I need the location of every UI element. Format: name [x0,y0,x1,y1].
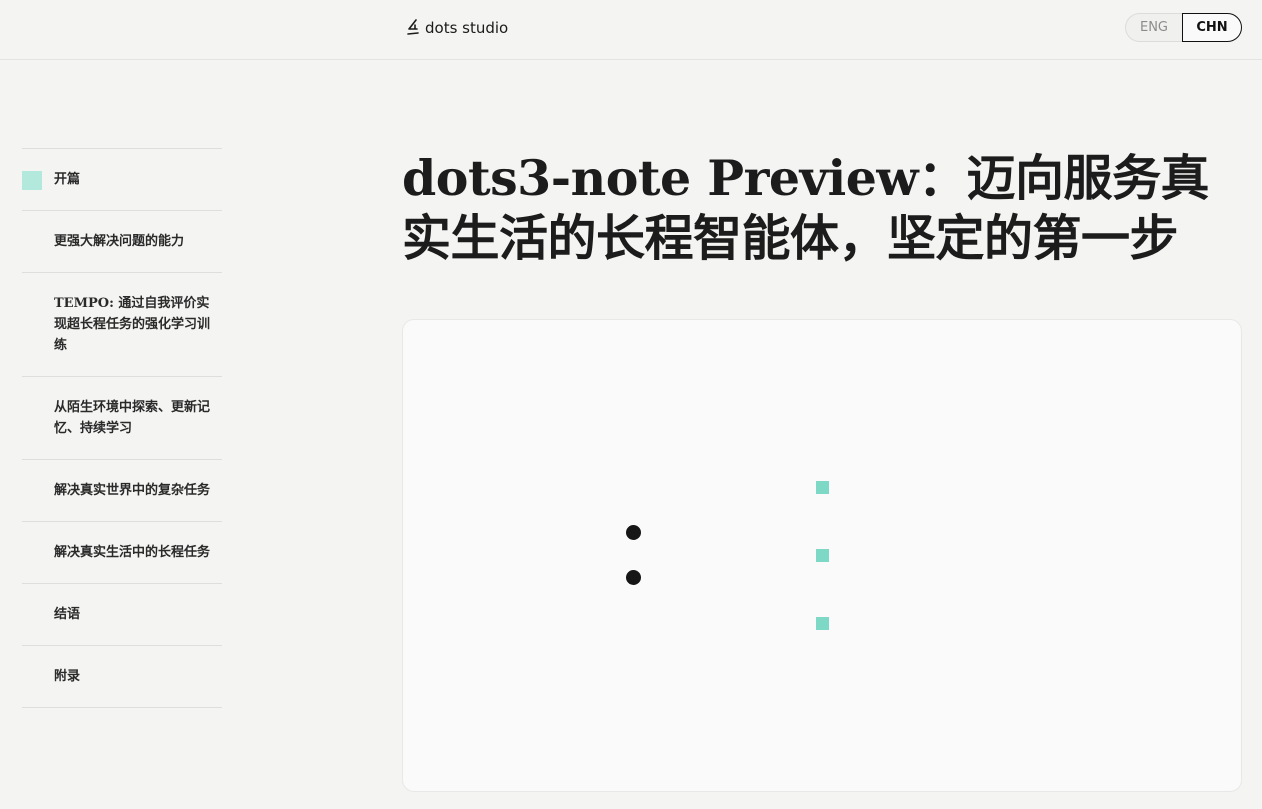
teal-square [816,617,829,630]
top-bar: dots studio ENG CHN [0,0,1262,60]
toc-item-label: 解决真实世界中的复杂任务 [54,483,211,498]
toc-item-label: 开篇 [54,172,81,187]
toc-item-conclusion[interactable]: 结语 [22,584,222,646]
active-marker [22,171,42,190]
teal-square [816,481,829,494]
page-title: dots3-note Preview：迈向服务真实生活的长程智能体，坚定的第一步 [402,149,1210,267]
toc-item-label: TEMPO: 通过自我评价实现超长程任务的强化学习训练 [54,296,211,353]
toc-item-label: 更强大解决问题的能力 [54,234,185,249]
teal-square [816,549,829,562]
lang-chn-button[interactable]: CHN [1182,13,1242,42]
table-of-contents: 开篇 更强大解决问题的能力 TEMPO: 通过自我评价实现超长程任务的强化学习训… [22,148,222,708]
toc-item-tempo[interactable]: TEMPO: 通过自我评价实现超长程任务的强化学习训练 [22,273,222,377]
toc-item-exploration-memory[interactable]: 从陌生环境中探索、更新记忆、持续学习 [22,377,222,460]
dots-logo-icon [407,19,419,35]
black-dot [626,570,641,585]
toc-item-label: 结语 [54,607,81,622]
toc-item-long-horizon-tasks[interactable]: 解决真实生活中的长程任务 [22,522,222,584]
toc-item-appendix[interactable]: 附录 [22,646,222,708]
language-switch: ENG CHN [1125,13,1242,42]
toc-item-opening[interactable]: 开篇 [22,149,222,211]
brand-logo[interactable]: dots studio [406,17,508,39]
lang-eng-button[interactable]: ENG [1125,13,1182,42]
black-dot [626,525,641,540]
toc-item-label: 解决真实生活中的长程任务 [54,545,211,560]
hero-animation-card [402,319,1242,792]
toc-item-problem-solving[interactable]: 更强大解决问题的能力 [22,211,222,273]
toc-item-label: 从陌生环境中探索、更新记忆、持续学习 [54,400,211,436]
toc-item-real-world-tasks[interactable]: 解决真实世界中的复杂任务 [22,460,222,522]
brand-name: dots studio [425,19,509,37]
toc-item-label: 附录 [54,669,81,684]
